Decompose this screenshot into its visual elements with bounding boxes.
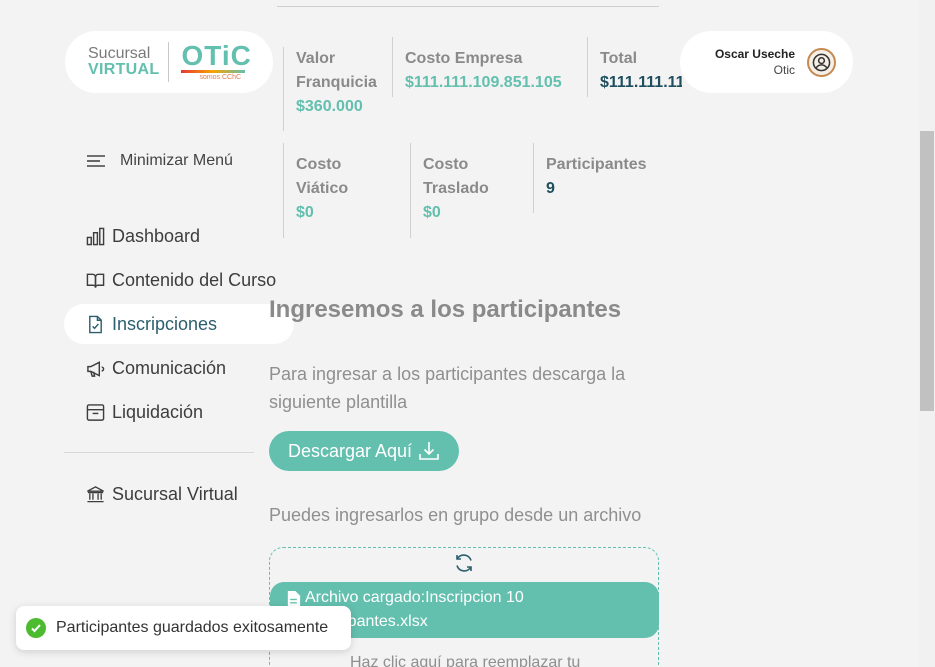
instructions-text: Para ingresar a los participantes descar… xyxy=(269,364,626,412)
scrollbar[interactable] xyxy=(919,0,935,667)
sidebar-item-dashboard[interactable]: Dashboard xyxy=(86,224,200,248)
refresh-icon[interactable] xyxy=(453,552,475,574)
top-divider xyxy=(277,6,659,7)
sidebar-item-label: Inscripciones xyxy=(112,313,218,334)
sidebar-item-label: Contenido del Curso xyxy=(112,269,277,290)
user-profile[interactable]: Oscar Useche Otic xyxy=(680,31,853,93)
otic-logo-bar xyxy=(181,70,246,73)
download-icon xyxy=(419,442,439,460)
sidebar-item-label: Sucursal Virtual xyxy=(112,483,238,504)
stat-value: 9 xyxy=(546,180,555,197)
stat-label: Costo Viático xyxy=(296,156,349,197)
user-name: Oscar Useche xyxy=(714,47,795,61)
sidebar-divider xyxy=(64,452,254,453)
stat-label: Costo Traslado xyxy=(423,156,489,197)
sidebar-item-inscripciones[interactable]: Inscripciones xyxy=(86,312,217,336)
brand-line1: Sucursal xyxy=(88,45,151,62)
hamburger-icon xyxy=(87,155,105,167)
stat-label: Total xyxy=(600,50,638,67)
sidebar-item-label: Dashboard xyxy=(112,225,201,246)
uploaded-file-name: Archivo cargado:Inscripcion 10 participa… xyxy=(305,589,524,630)
stat-costo-empresa: Costo Empresa $111.111.109.851.105 xyxy=(392,37,587,97)
stat-valor-franquicia: Valor Franquicia $360.000 xyxy=(283,47,395,131)
sidebar-item-label: Liquidación xyxy=(112,401,204,422)
stat-participantes: Participantes 9 xyxy=(533,143,663,213)
page-heading: Ingresemos a los participantes xyxy=(269,296,622,323)
user-circle-icon xyxy=(807,47,836,77)
minimize-menu-button[interactable]: Minimizar Menú xyxy=(86,152,233,170)
otic-logo-sub: somos CChC xyxy=(199,74,242,81)
stat-total: Total $111.111.11 xyxy=(587,37,682,97)
megaphone-icon xyxy=(87,360,105,377)
toast-message: Participantes guardados exitosamente xyxy=(56,619,329,636)
replace-file-link[interactable]: Haz clic aquí para reemplazar tu xyxy=(350,654,580,667)
stat-label: Costo Empresa xyxy=(405,50,523,67)
sidebar-item-comunicacion[interactable]: Comunicación xyxy=(86,356,226,380)
brand-divider xyxy=(168,42,170,82)
success-toast: Participantes guardados exitosamente xyxy=(16,606,351,650)
stat-costo-traslado: Costo Traslado $0 xyxy=(410,143,525,238)
sidebar-item-contenido[interactable]: Contenido del Curso xyxy=(86,268,276,292)
scrollbar-thumb[interactable] xyxy=(920,131,934,411)
stat-value: $0 xyxy=(296,204,314,221)
bank-icon xyxy=(87,485,104,502)
group-upload-text: Puedes ingresarlos en grupo desde un arc… xyxy=(269,505,642,525)
stat-label: Valor Franquicia xyxy=(296,50,377,91)
stat-value: $0 xyxy=(423,204,441,221)
sidebar-item-liquidacion[interactable]: Liquidación xyxy=(86,400,203,424)
minimize-menu-label: Minimizar Menú xyxy=(120,152,233,169)
stat-value: $111.111.11 xyxy=(600,74,682,91)
file-check-icon xyxy=(89,315,102,333)
user-org: Otic xyxy=(773,63,795,77)
stat-value: $360.000 xyxy=(296,98,363,115)
stat-label: Participantes xyxy=(546,156,647,173)
stat-value: $111.111.109.851.105 xyxy=(405,74,562,91)
download-button-label: Descargar Aquí xyxy=(287,440,413,461)
sidebar-item-label: Comunicación xyxy=(112,357,227,378)
book-icon xyxy=(86,273,105,288)
brand-logo[interactable]: Sucursal VIRTUAL OTiC somos CChC xyxy=(65,31,273,93)
sidebar-item-sucursal-virtual[interactable]: Sucursal Virtual xyxy=(86,482,238,506)
otic-logo: OTiC somos CChC xyxy=(181,40,252,81)
otic-logo-word: OTiC xyxy=(181,40,252,71)
bar-chart-icon xyxy=(86,227,105,245)
stat-costo-viatico: Costo Viático $0 xyxy=(283,143,398,238)
download-template-button[interactable]: Descargar Aquí xyxy=(269,431,459,471)
sucursal-virtual-wordmark: Sucursal VIRTUAL xyxy=(88,46,159,78)
brand-line2: VIRTUAL xyxy=(88,61,160,78)
archive-icon xyxy=(86,403,105,421)
check-circle-icon xyxy=(26,618,46,638)
